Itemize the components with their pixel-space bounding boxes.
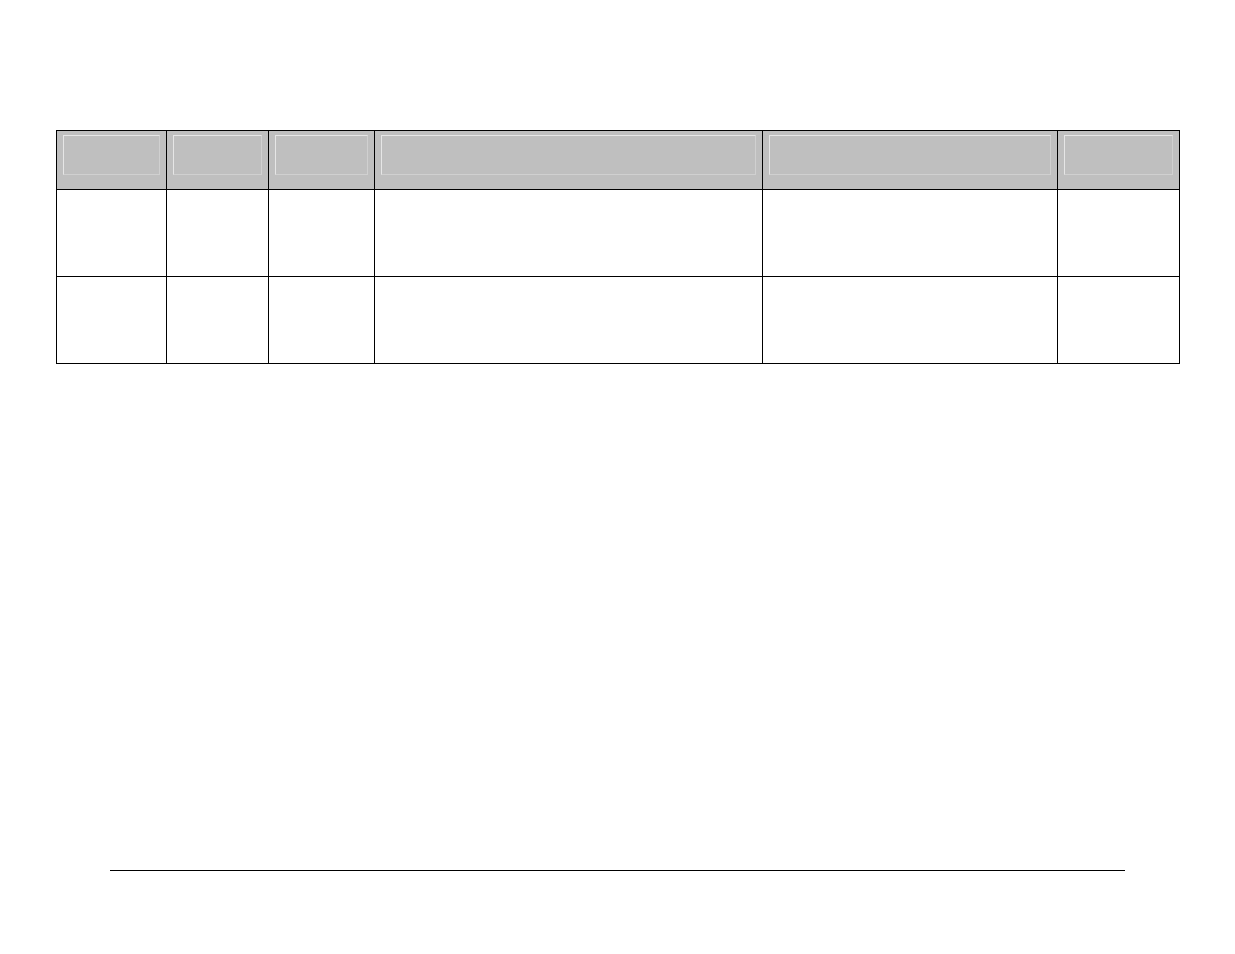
header-box	[63, 135, 160, 175]
table-cell	[269, 190, 375, 277]
table-cell	[1058, 190, 1180, 277]
table-cell	[57, 190, 167, 277]
table-cell	[1058, 277, 1180, 364]
table-header-cell	[269, 131, 375, 190]
table-header-row	[57, 131, 1180, 190]
table-cell	[375, 190, 763, 277]
table-container	[56, 130, 1179, 364]
header-box	[769, 135, 1051, 175]
table-cell	[167, 277, 269, 364]
table-header-cell	[763, 131, 1058, 190]
table-cell	[375, 277, 763, 364]
table-cell	[269, 277, 375, 364]
page	[0, 0, 1235, 954]
table-header-cell	[167, 131, 269, 190]
header-box	[275, 135, 368, 175]
header-box	[381, 135, 756, 175]
footer-divider	[110, 870, 1125, 871]
header-box	[1064, 135, 1173, 175]
table-cell	[167, 190, 269, 277]
table-row	[57, 277, 1180, 364]
table-cell	[763, 277, 1058, 364]
table-header-cell	[57, 131, 167, 190]
table-row	[57, 190, 1180, 277]
table-cell	[57, 277, 167, 364]
table-header-cell	[375, 131, 763, 190]
data-table	[56, 130, 1180, 364]
table-cell	[763, 190, 1058, 277]
table-header-cell	[1058, 131, 1180, 190]
header-box	[173, 135, 262, 175]
